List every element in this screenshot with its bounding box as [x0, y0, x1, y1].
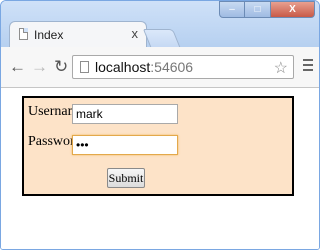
window-controls: – □ X: [219, 1, 315, 19]
page-icon: [80, 61, 89, 73]
username-input[interactable]: mark: [72, 104, 178, 124]
url-host: localhost: [95, 59, 151, 75]
forward-arrow-icon[interactable]: →: [31, 57, 48, 77]
menu-icon[interactable]: [303, 59, 313, 74]
reload-icon[interactable]: ↻: [54, 57, 68, 77]
tab-index[interactable]: Index x: [9, 21, 147, 48]
password-input[interactable]: •••: [72, 135, 178, 155]
close-window-button[interactable]: X: [271, 1, 315, 18]
page-icon: [19, 28, 28, 40]
page-content: Username mark Password ••• Submit: [1, 88, 319, 249]
browser-toolbar: ← → ↻ localhost:54606 ☆: [1, 47, 319, 88]
address-bar[interactable]: localhost:54606 ☆: [72, 55, 294, 79]
submit-button[interactable]: Submit: [107, 168, 145, 188]
browser-window: Index x – □ X ← → ↻ localhost:54606 ☆ Us…: [0, 0, 320, 250]
minimize-button[interactable]: –: [219, 1, 245, 18]
bookmark-star-icon[interactable]: ☆: [274, 58, 288, 78]
tab-close-icon[interactable]: x: [132, 26, 139, 41]
login-form: Username mark Password ••• Submit: [22, 96, 294, 196]
title-bar: Index x – □ X: [1, 1, 319, 49]
new-tab-button[interactable]: [142, 29, 182, 49]
maximize-button[interactable]: □: [245, 1, 271, 18]
url-port: :54606: [150, 59, 194, 75]
tab-title: Index: [34, 28, 64, 42]
url-text[interactable]: localhost:54606: [95, 59, 193, 75]
back-arrow-icon[interactable]: ←: [9, 57, 26, 77]
